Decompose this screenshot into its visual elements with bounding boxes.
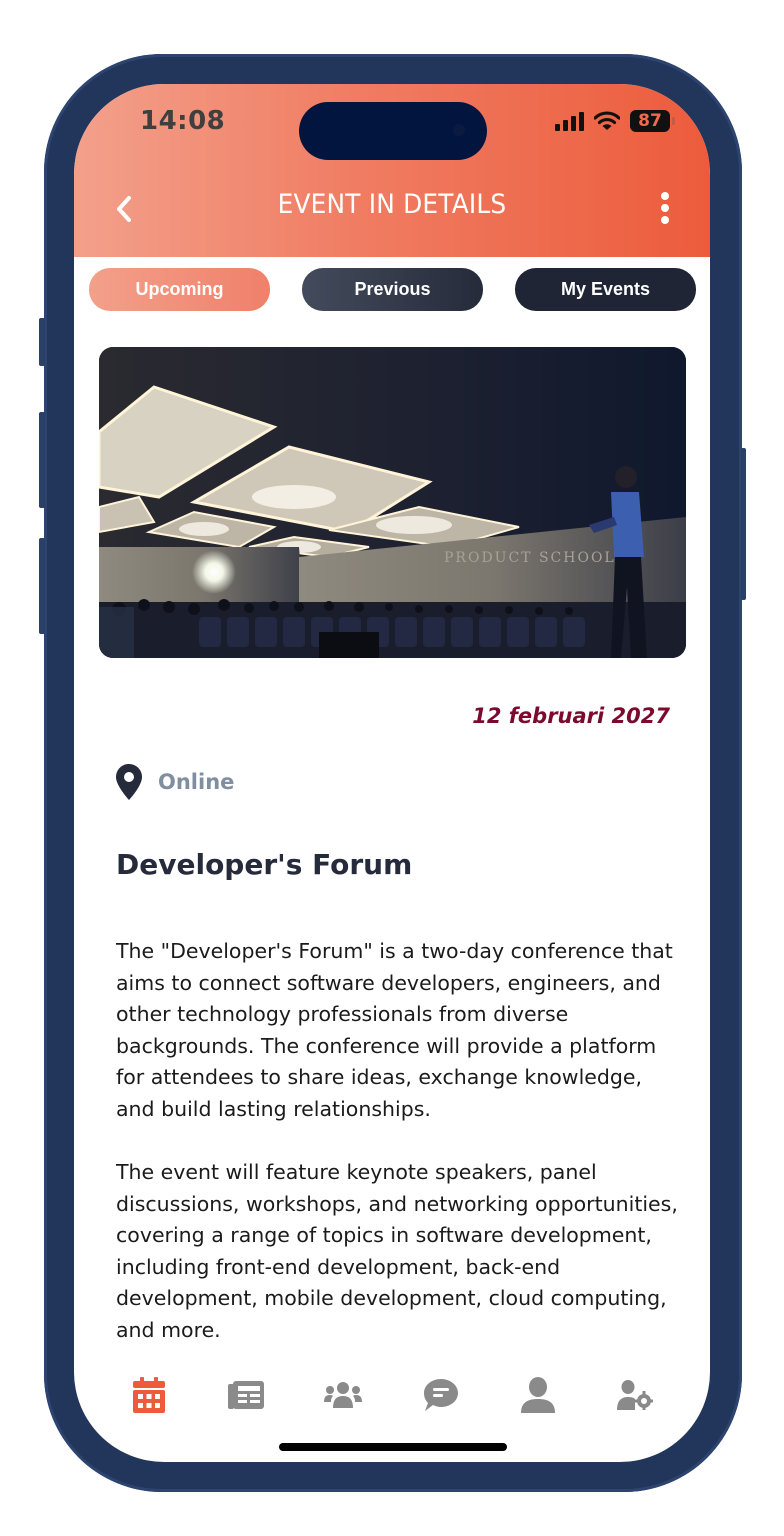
nav-news[interactable] [226, 1375, 266, 1415]
app-header: 14:08 87 EVENT IN DETAILS [74, 84, 710, 257]
more-options-button[interactable] [660, 192, 670, 224]
event-image: PRODUCT SCHOOL [99, 347, 686, 658]
nav-community[interactable] [323, 1375, 363, 1415]
event-title: Developer's Forum [116, 848, 413, 881]
user-settings-icon [617, 1380, 654, 1410]
tab-previous[interactable]: Previous [302, 268, 483, 311]
camera-icon [453, 124, 465, 136]
map-pin-icon [116, 764, 142, 800]
wifi-icon [594, 111, 620, 130]
tab-upcoming[interactable]: Upcoming [89, 268, 270, 311]
event-tabs: Upcoming Previous My Events [89, 268, 696, 311]
event-description-paragraph-1: The "Developer's Forum" is a two-day con… [116, 939, 673, 1121]
cellular-signal-icon [555, 111, 584, 131]
chat-bubble-icon [423, 1379, 458, 1411]
nav-chat[interactable] [421, 1375, 461, 1415]
home-indicator[interactable] [279, 1443, 507, 1451]
volume-down-button [39, 538, 45, 634]
newspaper-icon [227, 1381, 264, 1409]
screen: 14:08 87 EVENT IN DETAILS Upcoming Previ… [74, 84, 710, 1462]
dot [661, 192, 669, 200]
nav-account-settings[interactable] [615, 1375, 655, 1415]
user-icon [520, 1377, 555, 1413]
nav-calendar[interactable] [129, 1375, 169, 1415]
status-time: 14:08 [140, 106, 226, 136]
event-date: 12 februari 2027 [472, 704, 670, 728]
power-button [741, 448, 746, 600]
battery-icon: 87 [630, 110, 675, 132]
location-text: Online [158, 770, 235, 794]
action-button [39, 318, 45, 366]
conference-photo: PRODUCT SCHOOL [99, 347, 686, 658]
volume-up-button [39, 412, 45, 508]
status-icons: 87 [555, 110, 675, 132]
calendar-icon [132, 1377, 165, 1413]
wall-logo-text: PRODUCT SCHOOL [444, 550, 616, 566]
page-title: EVENT IN DETAILS [277, 189, 507, 220]
dot [661, 216, 669, 224]
users-group-icon [324, 1382, 363, 1408]
tab-my-events[interactable]: My Events [515, 268, 696, 311]
dot [661, 204, 669, 212]
event-location: Online [116, 764, 234, 800]
event-description-paragraph-2: The event will feature keynote speakers,… [116, 1160, 678, 1342]
dynamic-island [299, 102, 487, 160]
nav-profile[interactable] [518, 1375, 558, 1415]
bottom-navigation [74, 1370, 710, 1420]
